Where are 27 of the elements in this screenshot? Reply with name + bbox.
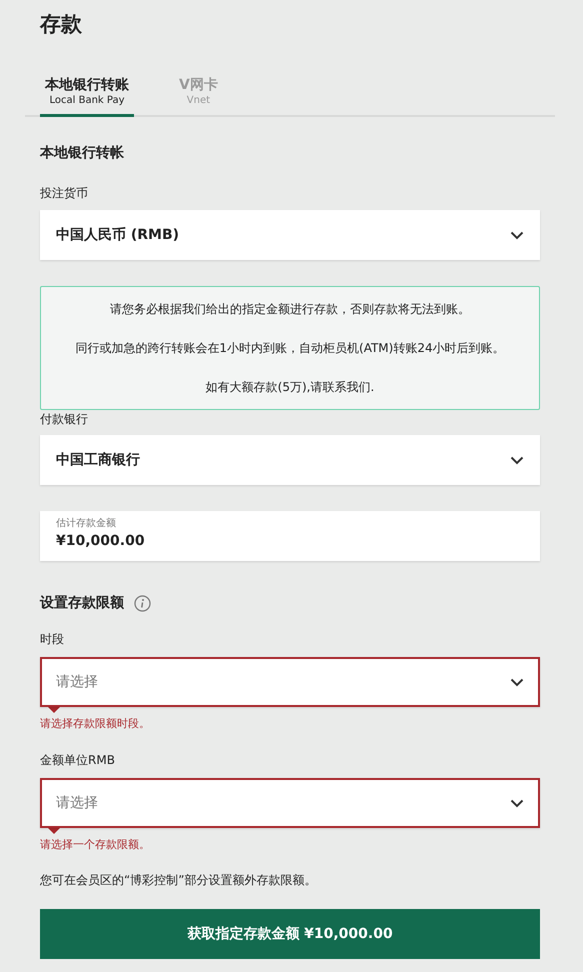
section-title: 设置存款限额 [40, 594, 124, 613]
field-label: 时段 [40, 631, 65, 647]
notice-text: 如有大额存款(5万),请联系我们. [204, 379, 376, 396]
field-label: 投注货币 [40, 185, 89, 201]
field-label: 付款银行 [40, 411, 89, 427]
notice-text: 同行或加急的跨行转账会在1小时内到账，自动柜员机(ATM)转账24小时后到账。 [74, 340, 506, 357]
submit-button[interactable]: 获取指定存款金额 ¥10,000.00 [40, 909, 540, 959]
error-pointer-icon [48, 707, 60, 713]
limit-select[interactable]: 请选择 [40, 778, 540, 828]
bank-select[interactable]: 中国工商银行 [40, 435, 540, 485]
note-text: 您可在会员区的“博彩控制”部分设置额外存款限额。 [40, 872, 318, 888]
field-label: 金额单位RMB [40, 752, 116, 768]
section-title: 本地银行转帐 [40, 144, 125, 163]
error-message: 请选择一个存款限额。 [40, 837, 151, 853]
chevron-down-icon [510, 456, 524, 464]
chevron-down-icon [510, 230, 524, 240]
limit-select[interactable]: 请选择 [40, 657, 540, 707]
currency-select[interactable]: 中国人民币 (RMB) [40, 210, 540, 260]
error-pointer-icon [48, 828, 60, 834]
info-icon[interactable] [134, 594, 151, 612]
amount-field[interactable]: 估计存款金额 ¥10,000.00 [40, 511, 540, 561]
error-message: 请选择存款限额时段。 [40, 716, 151, 732]
payment-tab[interactable]: 本地银行转账 Local Bank Pay [40, 76, 134, 117]
chevron-down-icon [510, 678, 524, 686]
chevron-down-icon [510, 798, 524, 808]
page-title: 存款 [40, 11, 83, 38]
notice-text: 请您务必根据我们给出的指定金额进行存款，否则存款将无法到账。 [109, 301, 471, 318]
